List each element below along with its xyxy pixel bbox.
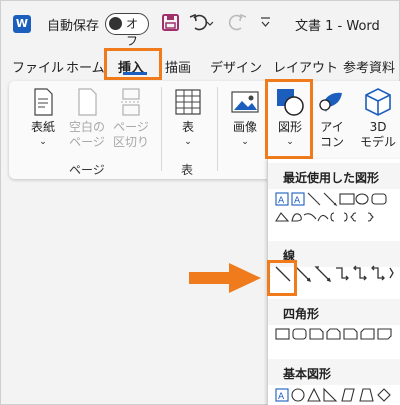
redo-icon[interactable] [227, 12, 249, 34]
3d-models-label-2: モデル [359, 135, 396, 149]
rectangles-row[interactable] [274, 327, 400, 343]
table-button[interactable]: 表 ⌄ [171, 87, 205, 150]
autosave-state: オフ [126, 17, 139, 48]
pages-group-label: ページ [69, 163, 105, 177]
group-separator [217, 87, 218, 171]
chevron-down-icon: ⌄ [241, 137, 249, 147]
blank-page-label-1: 空白の [68, 120, 105, 134]
group-separator [161, 87, 162, 171]
title-bar: W 自動保存 オフ 文書 1 - Word [1, 1, 400, 48]
cube-icon [365, 88, 391, 116]
autosave-toggle[interactable]: オフ [105, 13, 149, 48]
tab-file[interactable]: ファイル [12, 57, 64, 76]
recent-shapes-heading: 最近使用した図形 [268, 163, 400, 189]
tab-layout[interactable]: レイアウト [273, 57, 338, 76]
page-break-label-2: 区切り [112, 135, 149, 149]
pictures-button[interactable]: 画像 ⌄ [225, 87, 265, 150]
page-break-icon [121, 88, 141, 116]
line-shape-highlight [267, 260, 297, 296]
autosave-label: 自動保存 [47, 19, 100, 34]
table-label: 表 [181, 120, 194, 134]
blank-page-button: 空白の ページ [67, 87, 107, 150]
svg-text:A: A [278, 196, 285, 206]
icons-icon [319, 92, 342, 112]
table-icon [175, 89, 201, 115]
cover-page-label: 表紙 [30, 120, 55, 134]
chevron-down-icon: ⌄ [39, 137, 47, 147]
page-break-label-1: ページ [113, 120, 149, 134]
basic-shapes-row[interactable]: A [274, 387, 400, 403]
recent-shapes-row[interactable]: A A [274, 191, 400, 231]
customize-toolbar-icon[interactable] [259, 12, 273, 34]
chevron-down-icon: ⌄ [184, 137, 192, 147]
3d-models-button[interactable]: 3D モデル [355, 87, 400, 150]
basic-shapes-heading: 基本図形 [268, 359, 400, 385]
shapes-button-highlight [265, 79, 313, 159]
save-icon[interactable] [161, 12, 181, 34]
tab-references[interactable]: 参考資料 [343, 57, 395, 76]
document-title: 文書 1 - Word [295, 19, 380, 34]
toggle-knob [109, 17, 122, 30]
tables-group-label: 表 [181, 163, 194, 177]
picture-icon [231, 91, 259, 113]
icons-label-1: アイ [320, 120, 344, 134]
page-break-button: ページ 区切り [111, 87, 151, 150]
rectangles-heading: 四角形 [268, 299, 400, 325]
icons-label-2: コン [319, 135, 344, 149]
tab-design[interactable]: デザイン [210, 57, 262, 76]
3d-models-label-1: 3D [369, 120, 387, 134]
cover-page-button[interactable]: 表紙 ⌄ [25, 87, 61, 150]
tab-home[interactable]: ホーム [66, 57, 105, 76]
icons-button[interactable]: アイ コン [315, 87, 349, 150]
undo-icon[interactable] [188, 12, 216, 34]
insert-tab-highlight [104, 48, 162, 80]
word-logo-icon: W [13, 15, 31, 33]
tab-draw[interactable]: 描画 [165, 57, 191, 76]
svg-text:A: A [278, 392, 285, 402]
svg-text:A: A [294, 196, 301, 206]
pictures-label: 画像 [232, 120, 257, 134]
pointer-arrow-icon [189, 263, 261, 293]
blank-page-icon [78, 88, 97, 116]
cover-page-icon [34, 88, 53, 116]
blank-page-label-2: ページ [69, 135, 105, 149]
ribbon-tabs: ファイル ホーム 挿入 描画 デザイン レイアウト 参考資料 [1, 51, 400, 79]
